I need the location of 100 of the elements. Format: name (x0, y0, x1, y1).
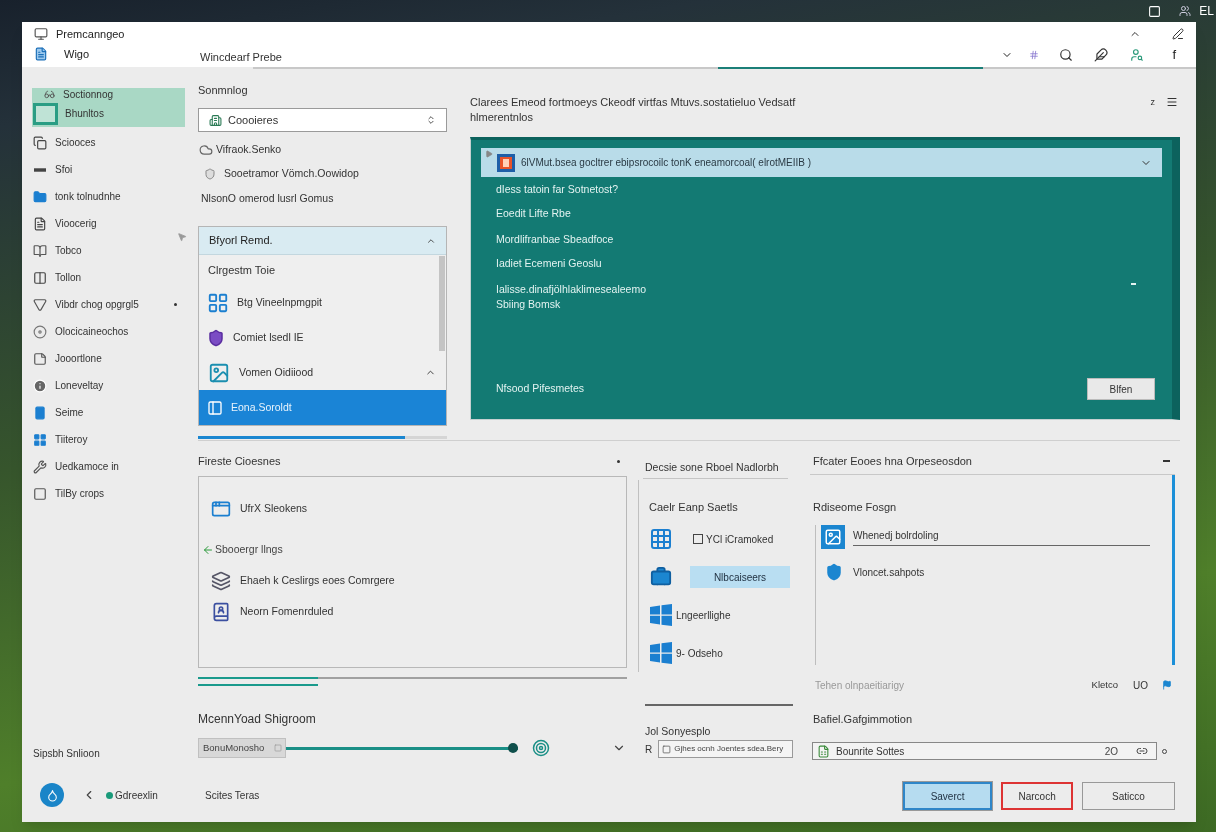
note-text: NlsonO omerod lusrl Gomus (200, 191, 334, 206)
sidebar-item[interactable]: Tollon (32, 264, 185, 291)
drop-icon[interactable] (40, 783, 64, 807)
sidebar-item[interactable]: tonk tolnudnhe (32, 183, 185, 210)
slider-track[interactable] (286, 742, 518, 754)
user-search-icon[interactable] (1130, 48, 1145, 62)
list-item[interactable]: Ehaeh k Ceslirgs eoes Comrgere (199, 571, 395, 591)
link-icon (1134, 745, 1150, 757)
value-label: Kletco (1091, 677, 1118, 692)
card-text: dIess tatoin far Sotnetost? (496, 182, 618, 196)
card-text: Iadiet Ecemeni Geoslu (496, 256, 602, 270)
sidebar-item[interactable]: Soctionnog (32, 88, 185, 100)
card-text: Ialisse.dinafjölhlaklimesealeemo (496, 282, 646, 296)
option-button[interactable]: Nlbcaiseers (690, 566, 790, 588)
field-label: Bafiel.Gafgimmotion (813, 712, 913, 726)
sidebar-item[interactable]: Jooortlone (32, 345, 185, 372)
play-icon (485, 150, 493, 158)
section-title: Fireste Cioesnes (198, 453, 281, 469)
dialog-button[interactable]: Saticco (1082, 782, 1175, 810)
pen-icon[interactable] (1172, 28, 1184, 40)
section-title: Ffcater Eooes hna Orpeseosdon (813, 453, 972, 469)
sidebar-item[interactable]: Bhunltos (32, 100, 185, 127)
briefcase-icon (649, 566, 673, 588)
list-item[interactable]: Btg Vineelnpmgpit (199, 285, 446, 320)
sidebar-item[interactable]: Vibdr chog opgrgl5 (32, 291, 185, 318)
people-icon[interactable] (1179, 5, 1192, 17)
four-panes-icon (649, 641, 673, 665)
list-item[interactable]: Vloncet.sahpots (821, 560, 925, 584)
action-button[interactable]: Blfen (1087, 378, 1155, 400)
columns-icon (33, 270, 47, 285)
accordion-header[interactable]: 6lVMut.bsea gocltrer ebipsrocoilc tonK eneamorcoal( elrotMEIIB ) (481, 148, 1162, 177)
section-label: Wigo (64, 46, 90, 62)
window-title: Wincdearf Prebe (200, 51, 282, 63)
input-field[interactable]: Bounrite Sottes 2O (812, 742, 1157, 760)
slider-thumb[interactable] (508, 743, 518, 753)
sidebar-item[interactable]: TilBy crops (32, 480, 185, 507)
status-label: Gdreexlin (115, 788, 158, 803)
picture-icon (821, 525, 845, 549)
square-icon (33, 102, 58, 125)
category-dropdown[interactable]: Coooieres (198, 108, 447, 132)
input-field[interactable]: BonuMonosho (198, 738, 286, 758)
contact-book-icon (211, 602, 231, 622)
sidebar-item[interactable]: Loneveltay (32, 372, 185, 399)
option-item[interactable]: Sooetramor Vömch.Oowidop (198, 165, 359, 183)
triangle-icon (33, 297, 47, 312)
cloud-icon (198, 143, 214, 157)
field-label: Sonmnlog (198, 83, 248, 98)
target-icon (532, 739, 550, 757)
footer-label: Scites Teras (204, 789, 260, 803)
sidebar-item[interactable]: Uedkamoce in (32, 453, 185, 480)
list-item[interactable]: Eona.Soroldt (199, 390, 446, 425)
updown-icon (426, 114, 436, 126)
window-icon[interactable] (1148, 4, 1162, 18)
folder-icon (33, 189, 47, 204)
list-item[interactable]: Whenedj bolrdoling (821, 525, 1150, 549)
search-icon[interactable] (1059, 48, 1074, 62)
list-item[interactable]: Vomen Oidiiood (199, 355, 446, 390)
pointer-icon (177, 231, 187, 243)
sidebar-item[interactable]: Sciooces (32, 129, 185, 156)
sidebar-item[interactable]: Seime (32, 399, 185, 426)
item-label: Lngeerllighe (676, 608, 731, 623)
toolbar-glyph[interactable]: f (1172, 45, 1176, 65)
info-icon (33, 378, 47, 393)
subsection-title: Caelr Eanp Saetls (649, 500, 738, 514)
checkbox-label: YCl iCramoked (706, 532, 774, 547)
list-item[interactable]: Comiet lsedl IE (199, 320, 446, 355)
scrollbar-thumb[interactable] (439, 256, 445, 351)
checkbox[interactable] (693, 534, 703, 544)
sidebar-item[interactable]: Tobco (32, 237, 185, 264)
item-label: 9- Odseho (676, 646, 723, 661)
dialog-button[interactable]: Saverct (903, 782, 993, 810)
sidebar-item[interactable]: Vioocerig (32, 210, 185, 237)
sidebar-item[interactable]: Olocicaineochos (32, 318, 185, 345)
input-field[interactable]: Gjhes ocnh Joentes sdea.Bery (658, 740, 793, 758)
list-item[interactable]: UfrX Sleokens (199, 499, 308, 519)
phone-icon (33, 405, 47, 420)
feather-icon[interactable] (1094, 48, 1109, 62)
tray-label: EL (1199, 3, 1214, 20)
group-heading: Sbooergr llngs (215, 542, 283, 558)
list-item[interactable]: Neorn Fomenrduled (199, 602, 334, 622)
monitor-icon (34, 27, 48, 41)
dialog-button[interactable]: Narcoch (1001, 782, 1073, 810)
sidebar-item[interactable]: Sfoi (32, 156, 185, 183)
square-icon (33, 486, 47, 501)
sidebar-item[interactable]: Tiiteroy (32, 426, 185, 453)
shield-icon (204, 167, 216, 181)
disc-icon (33, 324, 47, 339)
window-icon (211, 499, 231, 519)
hash-icon[interactable] (1029, 50, 1040, 60)
grid-icon (33, 432, 47, 447)
document-icon (33, 216, 47, 231)
copy-icon (33, 135, 47, 150)
app-name: Premcanngeo (56, 26, 125, 42)
combo-box[interactable]: Bfyorl Remd. (199, 227, 446, 255)
field-label: Jol Sonyesplo (645, 724, 711, 738)
menu-icon[interactable] (1166, 96, 1178, 108)
layers-icon (211, 571, 231, 591)
shield-icon (207, 327, 225, 348)
note-icon (33, 351, 47, 366)
option-item[interactable]: Vifraok.Senko (198, 141, 282, 159)
